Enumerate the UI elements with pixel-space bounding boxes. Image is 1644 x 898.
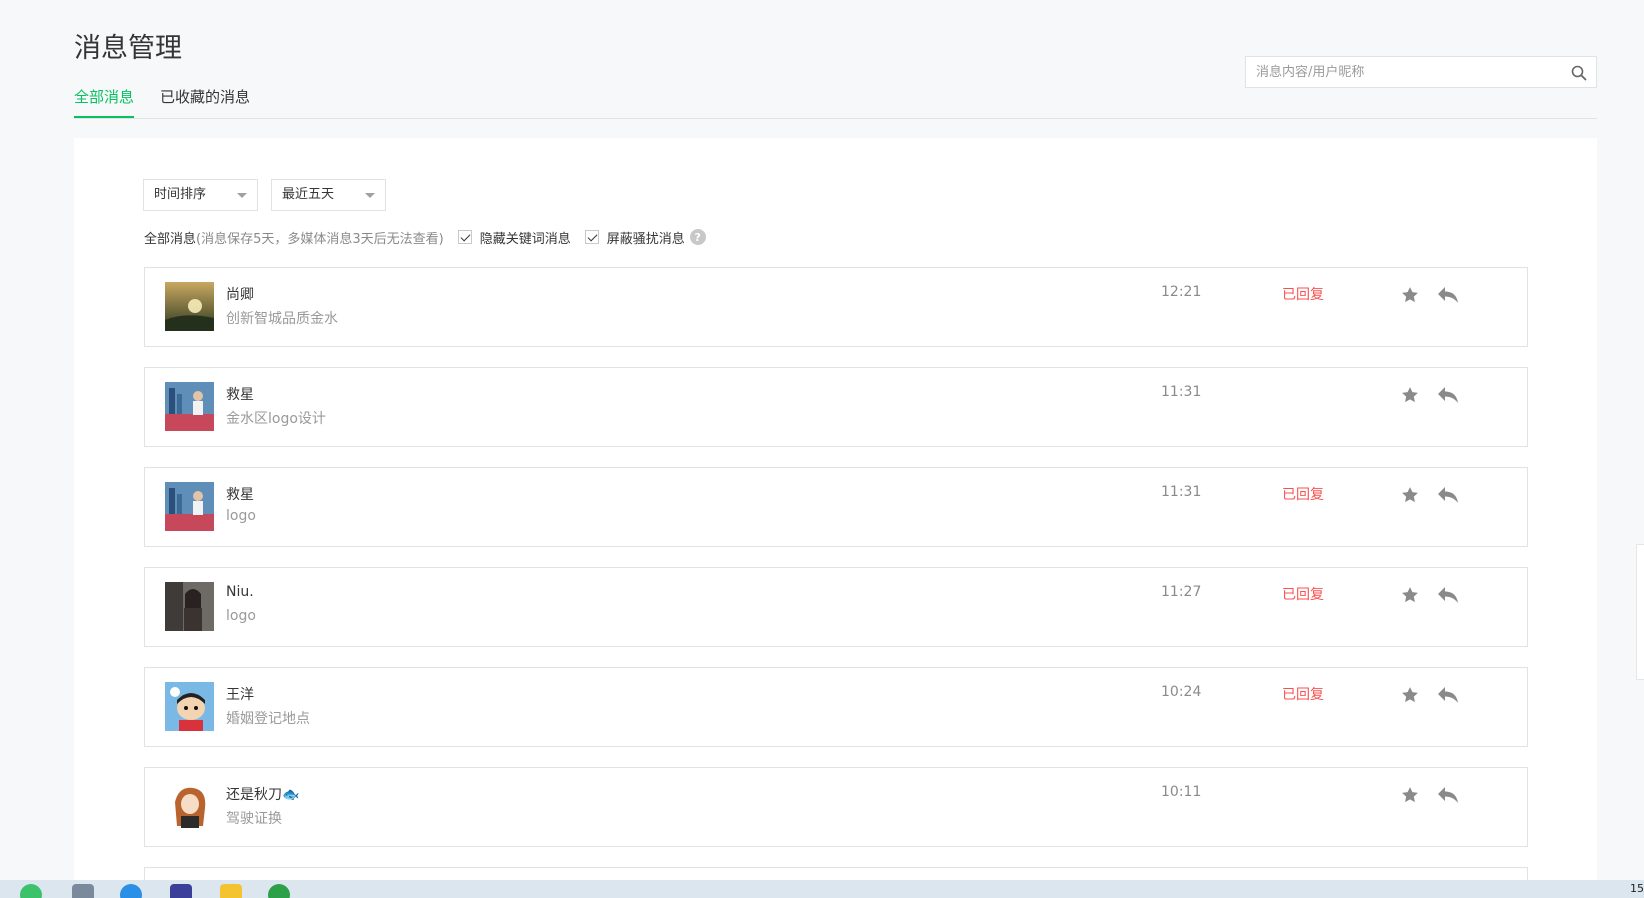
message-nickname[interactable]: 还是秋刀🐟: [226, 784, 299, 804]
reply-status: 已回复: [1282, 687, 1324, 703]
message-content: 金水区logo设计: [226, 411, 326, 427]
reply-icon[interactable]: [1437, 586, 1459, 604]
reply-status: 已回复: [1282, 487, 1324, 503]
reply-icon[interactable]: [1437, 386, 1459, 404]
star-icon[interactable]: [1400, 685, 1420, 705]
message-content: 婚姻登记地点: [226, 711, 310, 727]
tab-all-messages[interactable]: 全部消息: [74, 86, 135, 118]
filter-line: 全部消息 (消息保存5天，多媒体消息3天后无法查看) 隐藏关键词消息 屏蔽骚扰消…: [144, 226, 706, 248]
message-time: 10:24: [1161, 684, 1202, 700]
list-item[interactable]: 救星 logo 11:31 已回复: [144, 467, 1528, 547]
message-time: 12:21: [1161, 284, 1202, 300]
message-time: 11:27: [1161, 584, 1202, 600]
star-icon[interactable]: [1400, 285, 1420, 305]
wechat-icon[interactable]: [20, 884, 42, 898]
folder-icon[interactable]: [220, 884, 242, 898]
range-select-value: 最近五天: [282, 187, 335, 202]
message-content: logo: [226, 508, 256, 524]
chevron-down-icon: [237, 193, 247, 198]
message-content: 驾驶证换: [226, 811, 282, 827]
summary-note: (消息保存5天，多媒体消息3天后无法查看): [196, 231, 444, 247]
side-panel-handle[interactable]: [1636, 544, 1644, 680]
message-nickname[interactable]: 救星: [226, 384, 254, 404]
chevron-down-icon: [365, 193, 375, 198]
reply-icon[interactable]: [1437, 686, 1459, 704]
avatar: [165, 482, 214, 531]
hide-keyword-toggle[interactable]: 隐藏关键词消息: [457, 228, 571, 247]
star-icon[interactable]: [1400, 585, 1420, 605]
hide-keyword-label: 隐藏关键词消息: [479, 231, 571, 247]
message-nickname[interactable]: 王洋: [226, 684, 254, 704]
message-time: 11:31: [1161, 484, 1202, 500]
star-icon[interactable]: [1400, 485, 1420, 505]
message-time: 11:31: [1161, 384, 1202, 400]
block-harass-label: 屏蔽骚扰消息: [606, 231, 685, 247]
avatar: [165, 582, 214, 631]
avatar: [165, 682, 214, 731]
list-item[interactable]: Niu. logo 11:27 已回复: [144, 567, 1528, 647]
app-icon[interactable]: [268, 884, 290, 898]
taskbar: 15: [0, 880, 1644, 898]
search-icon[interactable]: [1570, 64, 1588, 82]
taskbar-clock: 15: [1630, 882, 1644, 895]
avatar: [165, 782, 214, 831]
list-item[interactable]: 救星 金水区logo设计 11:31: [144, 367, 1528, 447]
message-content: logo: [226, 608, 256, 624]
message-tabs: 全部消息 已收藏的消息: [74, 84, 1597, 119]
help-icon[interactable]: ?: [689, 229, 706, 245]
list-item[interactable]: 还是秋刀🐟 驾驶证换 10:11: [144, 767, 1528, 847]
ide-icon[interactable]: [170, 884, 192, 898]
tab-starred-messages[interactable]: 已收藏的消息: [160, 86, 250, 116]
reply-icon[interactable]: [1437, 486, 1459, 504]
star-icon[interactable]: [1400, 785, 1420, 805]
message-content: 创新智城品质金水: [226, 311, 338, 327]
message-nickname[interactable]: 尚卿: [226, 284, 254, 304]
block-harass-checkbox[interactable]: [584, 230, 599, 244]
avatar: [165, 382, 214, 431]
sort-select-value: 时间排序: [154, 187, 207, 202]
range-select[interactable]: 最近五天: [271, 179, 386, 211]
browser-icon[interactable]: [120, 884, 142, 898]
notepad-icon[interactable]: [72, 884, 94, 898]
reply-status: 已回复: [1282, 587, 1324, 603]
message-time: 10:11: [1161, 784, 1202, 800]
reply-status: 已回复: [1282, 287, 1324, 303]
list-item[interactable]: 王洋 婚姻登记地点 10:24 已回复: [144, 667, 1528, 747]
star-icon[interactable]: [1400, 385, 1420, 405]
message-nickname[interactable]: 救星: [226, 484, 254, 504]
sort-select[interactable]: 时间排序: [143, 179, 258, 211]
message-list: 尚卿 创新智城品质金水 12:21 已回复 救星 金水区logo设计 11:31: [144, 267, 1528, 898]
page-title: 消息管理: [74, 33, 182, 64]
message-nickname[interactable]: Niu.: [226, 584, 254, 600]
reply-icon[interactable]: [1437, 286, 1459, 304]
search-input[interactable]: [1246, 57, 1556, 87]
summary-label: 全部消息: [144, 231, 197, 247]
reply-icon[interactable]: [1437, 786, 1459, 804]
message-panel: 时间排序 最近五天 全部消息 (消息保存5天，多媒体消息3天后无法查看) 隐藏关…: [74, 138, 1597, 898]
block-harass-toggle[interactable]: 屏蔽骚扰消息: [584, 228, 685, 247]
hide-keyword-checkbox[interactable]: [457, 230, 472, 244]
avatar: [165, 282, 214, 331]
list-item[interactable]: 尚卿 创新智城品质金水 12:21 已回复: [144, 267, 1528, 347]
